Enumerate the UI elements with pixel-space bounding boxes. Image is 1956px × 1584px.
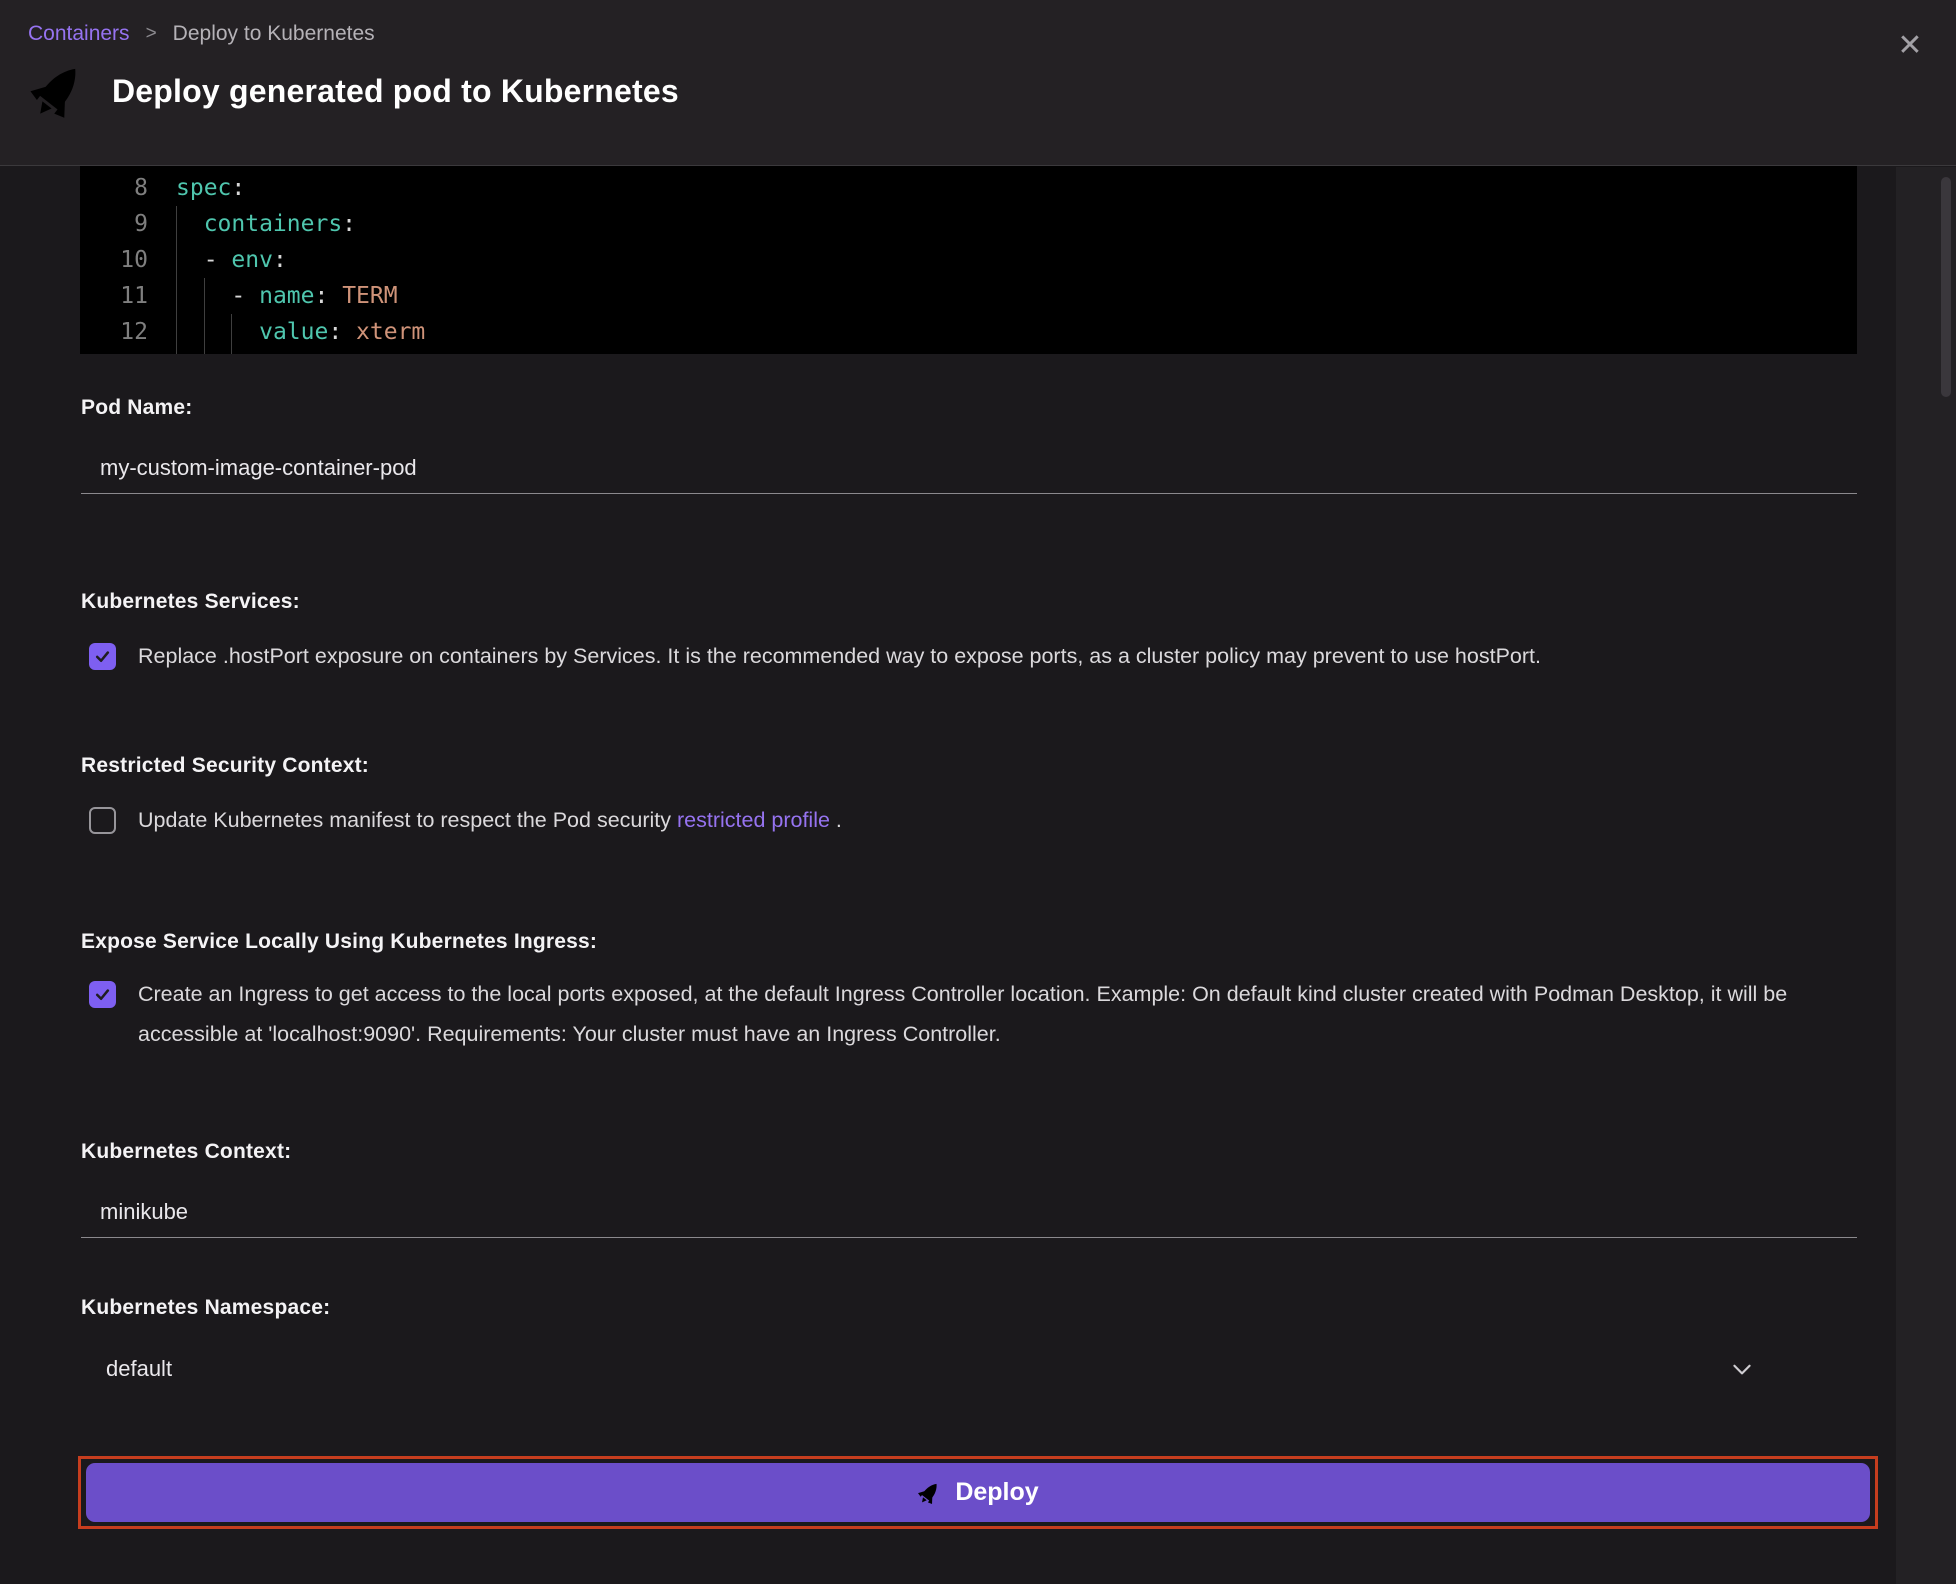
chevron-down-icon xyxy=(1729,1356,1755,1382)
line-number: 8 xyxy=(80,170,148,206)
pod-name-input[interactable] xyxy=(81,446,1857,494)
security-checkbox-row: Update Kubernetes manifest to respect th… xyxy=(81,800,1880,840)
rocket-icon xyxy=(917,1481,941,1505)
page-title: Deploy generated pod to Kubernetes xyxy=(112,73,679,110)
ingress-checkbox[interactable] xyxy=(89,981,116,1008)
security-text-before: Update Kubernetes manifest to respect th… xyxy=(138,808,677,832)
rocket-icon xyxy=(28,62,86,120)
kubernetes-context-label: Kubernetes Context: xyxy=(81,1140,1880,1164)
kubernetes-namespace-select[interactable]: default xyxy=(81,1346,1857,1392)
code-line-8: 8spec: xyxy=(80,170,1857,206)
line-number: 9 xyxy=(80,206,148,242)
pod-name-label: Pod Name: xyxy=(81,396,1880,420)
deploy-form: Pod Name: Kubernetes Services: Replace .… xyxy=(0,396,1956,1529)
ingress-description: Create an Ingress to get access to the l… xyxy=(138,974,1860,1054)
line-number: 11 xyxy=(80,278,148,314)
line-number: 10 xyxy=(80,242,148,278)
breadcrumb: Containers > Deploy to Kubernetes xyxy=(28,22,1928,46)
line-number: 12 xyxy=(80,314,148,350)
namespace-selected-value: default xyxy=(106,1356,172,1382)
services-description: Replace .hostPort exposure on containers… xyxy=(138,636,1541,676)
restricted-profile-link[interactable]: restricted profile xyxy=(677,808,830,832)
scrollbar-track[interactable] xyxy=(1896,167,1956,1584)
deploy-to-kubernetes-dialog: Containers > Deploy to Kubernetes ✕ Depl… xyxy=(0,0,1956,1584)
deploy-button-highlight: Deploy xyxy=(78,1456,1878,1529)
expose-ingress-label: Expose Service Locally Using Kubernetes … xyxy=(81,930,1880,954)
security-checkbox[interactable] xyxy=(89,807,116,834)
dialog-header: Containers > Deploy to Kubernetes ✕ Depl… xyxy=(0,0,1956,166)
line-number: 13 xyxy=(80,350,148,354)
deploy-button[interactable]: Deploy xyxy=(86,1463,1870,1522)
code-line-13: 13 image: ……… xyxy=(80,350,1857,354)
services-checkbox-row: Replace .hostPort exposure on containers… xyxy=(81,636,1880,676)
checkmark-icon xyxy=(94,648,111,665)
deploy-button-label: Deploy xyxy=(955,1478,1038,1507)
services-checkbox[interactable] xyxy=(89,643,116,670)
kubernetes-services-label: Kubernetes Services: xyxy=(81,590,1880,614)
breadcrumb-current: Deploy to Kubernetes xyxy=(173,22,375,46)
code-line-11: 11 - name: TERM xyxy=(80,278,1857,314)
breadcrumb-separator: > xyxy=(146,23,157,45)
close-icon[interactable]: ✕ xyxy=(1890,26,1930,66)
breadcrumb-containers-link[interactable]: Containers xyxy=(28,22,130,46)
code-line-10: 10 - env: xyxy=(80,242,1857,278)
code-line-9: 9 containers: xyxy=(80,206,1857,242)
title-row: Deploy generated pod to Kubernetes xyxy=(28,62,1928,120)
security-description: Update Kubernetes manifest to respect th… xyxy=(138,800,842,840)
code-line-12: 12 value: xterm xyxy=(80,314,1857,350)
kubernetes-context-input[interactable] xyxy=(81,1190,1857,1238)
yaml-editor[interactable]: 8spec:9 containers:10 - env:11 - name: T… xyxy=(80,166,1857,354)
scrollbar-thumb[interactable] xyxy=(1941,177,1951,397)
kubernetes-namespace-label: Kubernetes Namespace: xyxy=(81,1296,1880,1320)
ingress-checkbox-row: Create an Ingress to get access to the l… xyxy=(81,974,1880,1054)
security-text-after: . xyxy=(830,808,842,832)
restricted-security-label: Restricted Security Context: xyxy=(81,754,1880,778)
checkmark-icon xyxy=(94,986,111,1003)
